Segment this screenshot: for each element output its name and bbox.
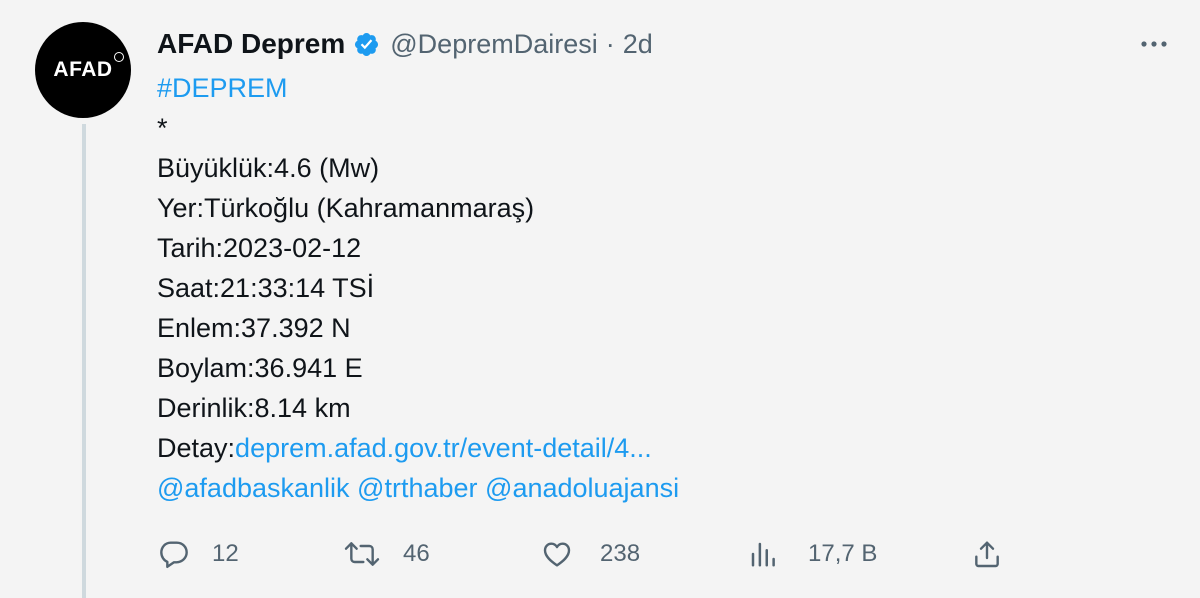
detail-link[interactable]: deprem.afad.gov.tr/event-detail/4... (235, 433, 652, 463)
longitude-line: Boylam:36.941 E (157, 353, 363, 383)
location-line: Yer:Türkoğlu (Kahramanmaraş) (157, 193, 535, 223)
mention-afadbaskanlik[interactable]: @afadbaskanlik (157, 473, 350, 503)
views-icon (748, 538, 778, 570)
verified-badge-icon[interactable] (353, 31, 380, 58)
reply-button[interactable]: 12 (158, 532, 239, 576)
handle[interactable]: @DepremDairesi (390, 29, 597, 60)
like-button[interactable]: 238 (540, 532, 640, 576)
like-icon (540, 538, 574, 570)
share-button[interactable] (971, 532, 1003, 576)
more-options-icon[interactable] (1134, 30, 1174, 58)
thread-line (82, 124, 86, 598)
date-line: Tarih:2023-02-12 (157, 233, 362, 263)
share-icon (971, 538, 1003, 570)
asterisk-line: * (157, 113, 168, 143)
views-count: 17,7 B (808, 540, 878, 567)
avatar-logo-text: AFAD (53, 58, 113, 81)
avatar-logo: AFAD (53, 52, 124, 82)
detail-line: Detay:deprem.afad.gov.tr/event-detail/4.… (157, 428, 1157, 468)
reply-count: 12 (212, 540, 239, 567)
mention-anadoluajansi[interactable]: @anadoluajansi (485, 473, 679, 503)
mentions-line: @afadbaskanlik @trthaber @anadoluajansi (157, 468, 1157, 508)
tweet-actions: 12 46 238 17,7 B (0, 532, 1200, 576)
views-button[interactable]: 17,7 B (748, 532, 877, 576)
detail-label: Detay: (157, 433, 236, 463)
separator-dot: · (605, 28, 615, 59)
retweet-icon (343, 538, 381, 570)
registered-mark-icon (113, 52, 124, 62)
mention-trthaber[interactable]: @trthaber (357, 473, 477, 503)
display-name[interactable]: AFAD Deprem (157, 28, 345, 60)
tweet-text: #DEPREM * Büyüklük:4.6 (Mw) Yer:Türkoğlu… (157, 68, 1157, 508)
depth-line: Derinlik:8.14 km (157, 393, 351, 423)
hashtag-link[interactable]: #DEPREM (157, 73, 288, 103)
magnitude-line: Büyüklük:4.6 (Mw) (157, 153, 380, 183)
retweet-count: 46 (403, 540, 430, 567)
retweet-button[interactable]: 46 (343, 532, 430, 576)
tweet-header: AFAD Deprem @DepremDairesi · 2d (157, 24, 653, 64)
reply-icon (158, 538, 190, 570)
like-count: 238 (600, 540, 641, 567)
time-line: Saat:21:33:14 TSİ (157, 273, 375, 303)
latitude-line: Enlem:37.392 N (157, 313, 351, 343)
avatar[interactable]: AFAD (35, 22, 131, 118)
timestamp[interactable]: 2d (623, 29, 653, 60)
